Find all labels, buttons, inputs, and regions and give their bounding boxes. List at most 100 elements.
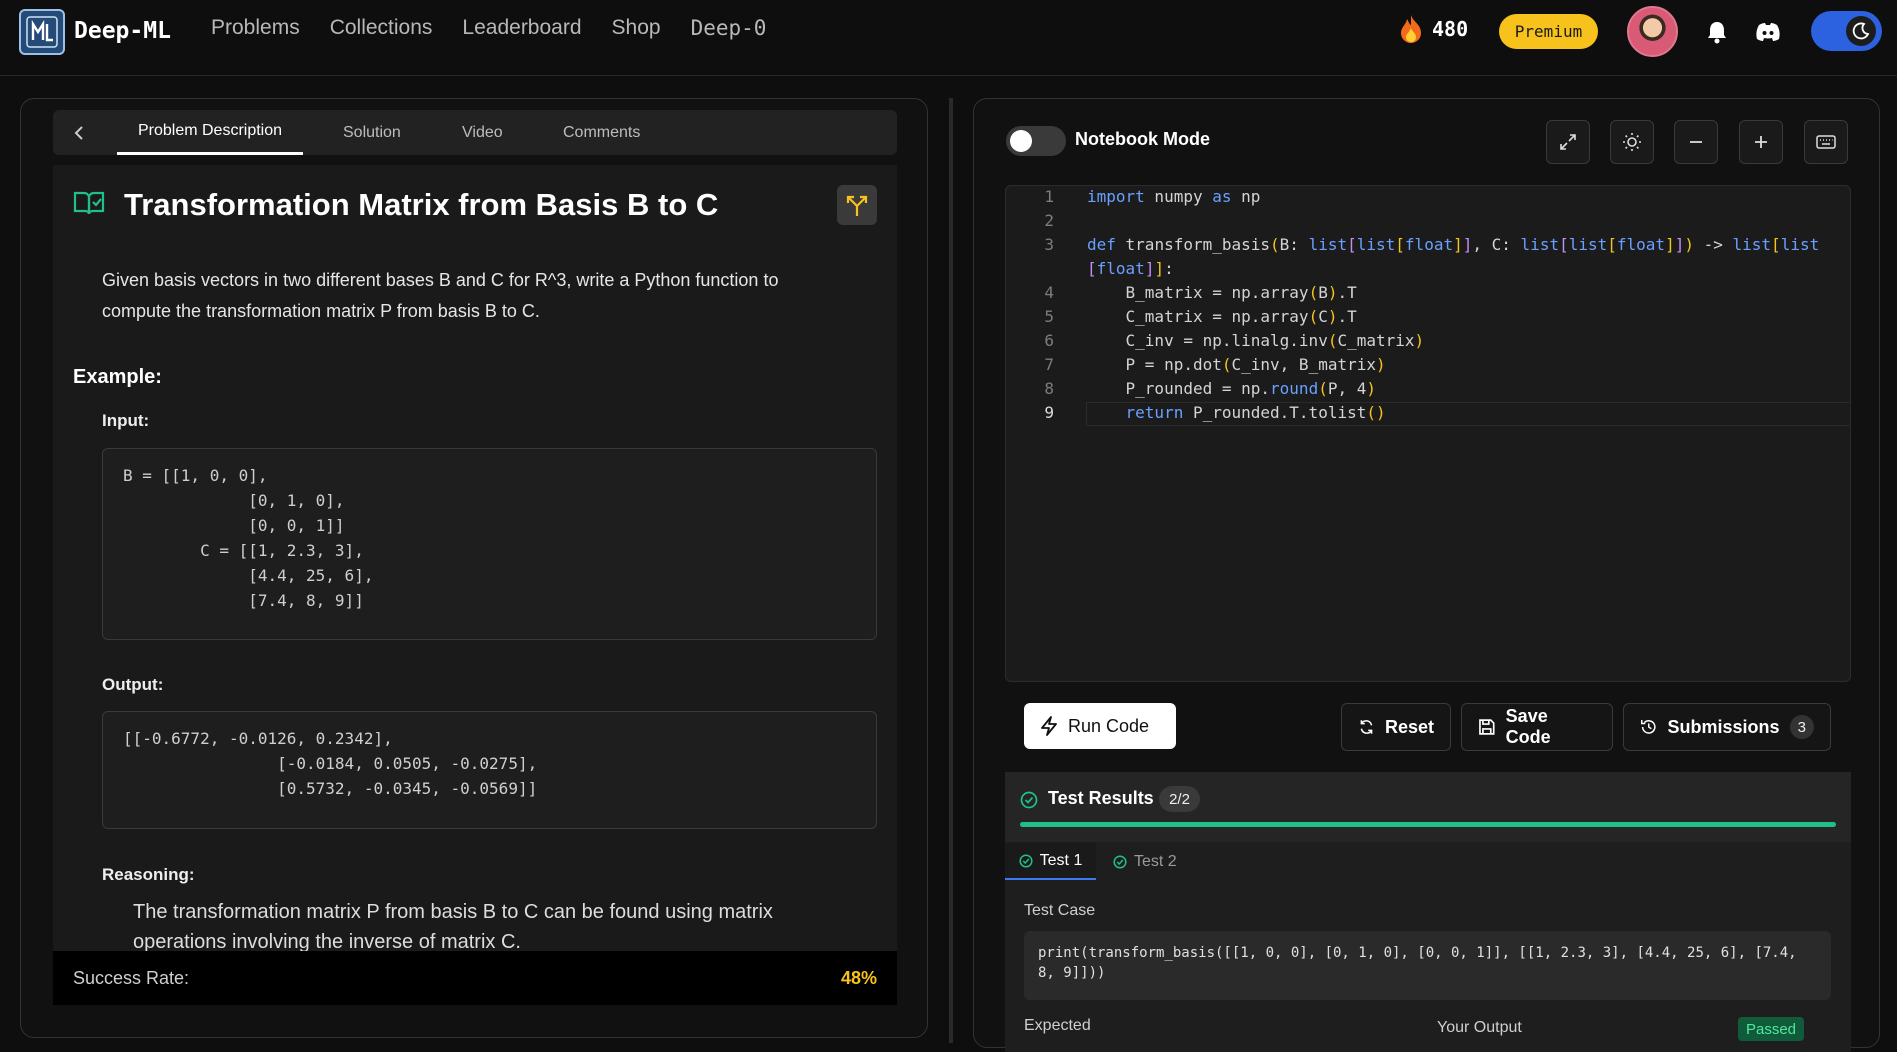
chevron-left-icon [74,125,83,140]
tab-test-1[interactable]: Test 1 [1005,843,1096,880]
save-code-button[interactable]: Save Code [1461,703,1613,751]
line-number: 3 [1044,235,1054,254]
problem-panel: Problem Description Solution Video Comme… [20,98,928,1038]
back-button[interactable] [63,110,95,155]
fire-icon [1401,15,1421,43]
zoom-in-button[interactable] [1739,120,1783,164]
notebook-mode-label: Notebook Mode [1075,129,1210,149]
bell-icon[interactable] [1703,18,1731,46]
success-rate-bar: Success Rate: 48% [53,951,897,1005]
refresh-icon [1360,720,1373,734]
keyboard-shortcuts-button[interactable] [1804,120,1848,164]
nav-problems[interactable]: Problems [211,16,300,40]
output-code-block: [[-0.6772, -0.0126, 0.2342], [-0.0184, 0… [102,711,877,829]
deep-ml-logo[interactable] [19,9,65,55]
user-avatar[interactable] [1627,6,1678,57]
line-number: 2 [1044,211,1054,230]
test-1-label: Test 1 [1039,851,1083,869]
tab-comments[interactable]: Comments [563,110,640,155]
submissions-count: 3 [1789,715,1814,739]
test-results-panel: Test Results 2/2 Test 1 Test 2 Test Case… [1005,772,1851,1052]
code-line-7: P = np.dot(C_inv, B_matrix) [1087,355,1386,374]
expand-icon [1560,134,1576,150]
test-2-label: Test 2 [1134,852,1177,870]
plus-icon [1755,136,1767,148]
problem-tabs: Problem Description Solution Video Comme… [53,110,897,155]
code-line-6: C_inv = np.linalg.inv(C_matrix) [1087,331,1425,350]
premium-button[interactable]: Premium [1499,14,1598,49]
output-label: Output: [102,675,164,694]
tab-problem-description[interactable]: Problem Description [117,110,303,155]
moon-icon [1846,16,1876,46]
line-number: 6 [1044,331,1054,350]
check-circle-icon [1019,853,1033,868]
input-code-block: B = [[1, 0, 0], [0, 1, 0], [0, 0, 1]] C … [102,448,877,640]
success-rate-label: Success Rate: [73,967,190,988]
notebook-mode-toggle[interactable] [1006,126,1066,156]
success-rate-value: 48% [840,967,877,988]
nav-collections[interactable]: Collections [330,16,433,40]
editor-theme-button[interactable] [1610,120,1654,164]
book-open-icon [73,189,105,222]
tab-test-2[interactable]: Test 2 [1113,843,1177,880]
code-line-1: import numpy as np [1087,187,1261,206]
tab-video[interactable]: Video [462,110,503,155]
streak-count: 480 [1432,17,1469,41]
discord-icon[interactable] [1754,18,1782,46]
line-number: 4 [1044,283,1054,302]
editor-panel: Notebook Mode 1 import numpy as np 2 3 def… [973,98,1880,1052]
expected-label: Expected [1024,1017,1091,1034]
test-case-code: print(transform_basis([[1, 0, 0], [0, 1,… [1024,931,1831,1000]
reset-label: Reset [1384,716,1434,737]
nav-leaderboard[interactable]: Leaderboard [462,16,581,40]
line-number: 8 [1044,379,1054,398]
brand-name[interactable]: Deep-ML [74,18,171,44]
lightning-icon [1041,716,1057,736]
code-line-9: return P_rounded.T.tolist() [1125,403,1386,422]
tab-solution[interactable]: Solution [343,110,401,155]
zoom-out-button[interactable] [1674,120,1718,164]
nav-deep-0[interactable]: Deep-0 [691,16,767,40]
check-circle-icon [1113,854,1127,869]
problem-title: Transformation Matrix from Basis B to C [124,187,719,222]
fullscreen-button[interactable] [1546,120,1590,164]
reasoning-text: The transformation matrix P from basis B… [133,901,773,951]
reset-button[interactable]: Reset [1341,703,1451,751]
code-line-5: C_matrix = np.array(C).T [1087,307,1357,326]
problem-content: Transformation Matrix from Basis B to C … [53,165,897,951]
keyboard-icon [1816,135,1836,149]
input-label: Input: [102,411,150,430]
your-output-label: Your Output [1437,1019,1522,1036]
submissions-button[interactable]: Submissions 3 [1623,703,1831,751]
example-heading: Example: [73,366,162,388]
run-code-label: Run Code [1068,715,1150,736]
nav-links: Problems Collections Leaderboard Shop De… [211,16,796,40]
line-number: 7 [1044,355,1054,374]
test-progress-bar [1020,822,1836,827]
theme-toggle[interactable] [1811,11,1882,51]
test-results-title: Test Results [1048,788,1154,808]
passed-badge: Passed [1738,1017,1804,1041]
fork-button[interactable] [837,185,877,225]
panel-resize-handle[interactable] [949,98,953,1043]
test-results-header: Test Results 2/2 [1005,772,1851,842]
problem-description: Given basis vectors in two different bas… [102,270,779,321]
code-line-3-wrap: [float]]: [1087,259,1174,278]
nav-shop[interactable]: Shop [612,16,661,40]
reasoning-label: Reasoning: [102,865,195,884]
code-line-4: B_matrix = np.array(B).T [1087,283,1357,302]
save-icon [1479,719,1495,735]
test-progress-fill [1020,822,1836,827]
check-circle-icon [1020,791,1038,809]
logo-mark-icon [26,16,58,48]
test-results-count: 2/2 [1159,786,1200,812]
top-navbar: Deep-ML Problems Collections Leaderboard… [0,0,1897,76]
save-code-label: Save Code [1505,706,1551,747]
minus-icon [1690,141,1702,143]
code-line-8: P_rounded = np.round(P, 4) [1087,379,1377,398]
submissions-label: Submissions [1667,716,1780,737]
line-number: 9 [1044,403,1054,422]
code-editor[interactable]: 1 import numpy as np 2 3 def transform_bas… [1005,185,1851,682]
streak-counter[interactable]: 480 [1398,14,1468,44]
run-code-button[interactable]: Run Code [1024,703,1176,749]
